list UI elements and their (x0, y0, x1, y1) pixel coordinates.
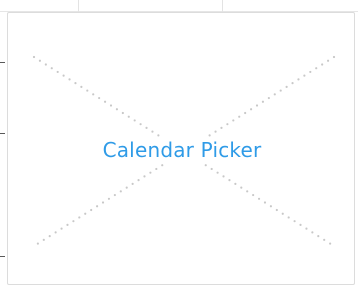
left-tick-mark (0, 256, 5, 257)
top-tick-mark (222, 0, 223, 12)
placeholder-label-row: Calendar Picker (8, 137, 356, 163)
left-tick-mark (0, 133, 5, 134)
placeholder-label: Calendar Picker (100, 137, 264, 163)
left-tick-mark (0, 62, 5, 63)
calendar-picker-placeholder[interactable]: Calendar Picker (7, 12, 355, 285)
top-tick-mark (78, 0, 79, 12)
top-divider (0, 0, 358, 12)
page-canvas: Calendar Picker (0, 0, 358, 289)
